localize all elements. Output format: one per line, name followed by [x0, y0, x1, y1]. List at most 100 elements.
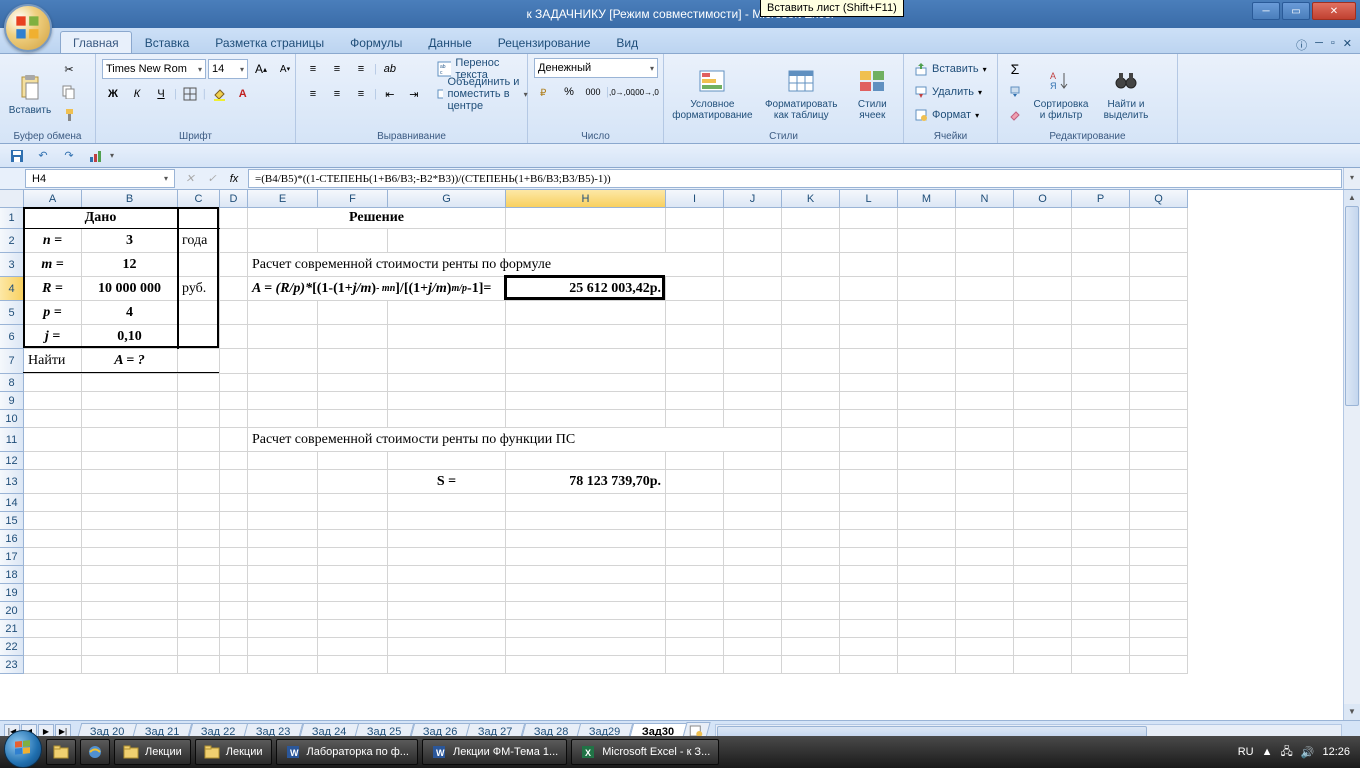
cell-O6[interactable] [1014, 325, 1072, 349]
bold-button[interactable]: Ж [102, 83, 124, 105]
cell-J8[interactable] [724, 374, 782, 392]
cell-Q8[interactable] [1130, 374, 1188, 392]
cell-K1[interactable] [782, 208, 840, 229]
cell-A22[interactable] [24, 638, 82, 656]
cell-E11[interactable]: Расчет современной стоимости ренты по фу… [248, 428, 782, 452]
cell-O11[interactable] [1014, 428, 1072, 452]
cell-J12[interactable] [724, 452, 782, 470]
cell-G12[interactable] [388, 452, 506, 470]
cell-P10[interactable] [1072, 410, 1130, 428]
cell-N6[interactable] [956, 325, 1014, 349]
cell-H16[interactable] [506, 530, 666, 548]
insert-cells-button[interactable]: Вставить▾ [910, 58, 991, 80]
cell-M6[interactable] [898, 325, 956, 349]
cell-A3[interactable]: m = [24, 253, 82, 277]
row-header-10[interactable]: 10 [0, 410, 24, 428]
cell-O20[interactable] [1014, 602, 1072, 620]
cell-D9[interactable] [220, 392, 248, 410]
cell-A4[interactable]: R = [24, 277, 82, 301]
cell-C17[interactable] [178, 548, 220, 566]
cell-M9[interactable] [898, 392, 956, 410]
cell-E15[interactable] [248, 512, 318, 530]
percent-button[interactable]: % [558, 81, 580, 103]
cell-E14[interactable] [248, 494, 318, 512]
cell-B13[interactable] [82, 470, 178, 494]
cell-D1[interactable] [220, 208, 248, 229]
cell-N3[interactable] [956, 253, 1014, 277]
row-header-2[interactable]: 2 [0, 229, 24, 253]
cell-P15[interactable] [1072, 512, 1130, 530]
cell-O17[interactable] [1014, 548, 1072, 566]
cell-E2[interactable] [248, 229, 318, 253]
cell-D6[interactable] [220, 325, 248, 349]
cell-G16[interactable] [388, 530, 506, 548]
cell-C15[interactable] [178, 512, 220, 530]
font-color-button[interactable]: A [232, 83, 254, 105]
cell-L23[interactable] [840, 656, 898, 674]
row-header-4[interactable]: 4 [0, 277, 24, 301]
cell-B4[interactable]: 10 000 000 [82, 277, 178, 301]
cell-I17[interactable] [666, 548, 724, 566]
align-right-button[interactable]: ≡ [350, 83, 372, 105]
undo-button[interactable]: ↶ [32, 145, 54, 167]
cell-C18[interactable] [178, 566, 220, 584]
cell-I13[interactable] [666, 470, 724, 494]
taskbar-item[interactable]: Лекции [114, 739, 191, 765]
cell-M16[interactable] [898, 530, 956, 548]
cell-E10[interactable] [248, 410, 318, 428]
fx-button[interactable]: fx [224, 170, 244, 188]
office-button[interactable] [4, 4, 52, 52]
cell-G10[interactable] [388, 410, 506, 428]
cell-D2[interactable] [220, 229, 248, 253]
cell-E22[interactable] [248, 638, 318, 656]
cell-A2[interactable]: n = [24, 229, 82, 253]
cell-H5[interactable] [506, 301, 666, 325]
cell-I19[interactable] [666, 584, 724, 602]
row-header-22[interactable]: 22 [0, 638, 24, 656]
cell-J2[interactable] [724, 229, 782, 253]
cell-E19[interactable] [248, 584, 318, 602]
col-header-M[interactable]: M [898, 190, 956, 208]
cell-D5[interactable] [220, 301, 248, 325]
cell-N14[interactable] [956, 494, 1014, 512]
cell-H22[interactable] [506, 638, 666, 656]
cell-J20[interactable] [724, 602, 782, 620]
cell-G21[interactable] [388, 620, 506, 638]
cell-D20[interactable] [220, 602, 248, 620]
cancel-formula-button[interactable]: ✕ [180, 170, 200, 188]
cell-N22[interactable] [956, 638, 1014, 656]
col-header-C[interactable]: C [178, 190, 220, 208]
format-cells-button[interactable]: Формат▾ [910, 104, 983, 126]
cell-G15[interactable] [388, 512, 506, 530]
cell-H13[interactable]: 78 123 739,70р. [506, 470, 666, 494]
cell-F21[interactable] [318, 620, 388, 638]
cell-M4[interactable] [898, 277, 956, 301]
cell-A7[interactable]: Найти [24, 349, 82, 374]
underline-button[interactable]: Ч [150, 83, 172, 105]
cell-Q12[interactable] [1130, 452, 1188, 470]
cell-K21[interactable] [782, 620, 840, 638]
align-top-button[interactable]: ≡ [302, 58, 324, 80]
col-header-G[interactable]: G [388, 190, 506, 208]
cell-N17[interactable] [956, 548, 1014, 566]
align-bottom-button[interactable]: ≡ [350, 58, 372, 80]
cell-Q13[interactable] [1130, 470, 1188, 494]
minimize-button[interactable]: ─ [1252, 2, 1280, 20]
cell-M7[interactable] [898, 349, 956, 374]
cell-L4[interactable] [840, 277, 898, 301]
cell-H12[interactable] [506, 452, 666, 470]
cell-C5[interactable] [178, 301, 220, 325]
cell-J7[interactable] [724, 349, 782, 374]
cell-Q22[interactable] [1130, 638, 1188, 656]
cell-K19[interactable] [782, 584, 840, 602]
autosum-button[interactable]: Σ [1004, 58, 1026, 80]
cell-G17[interactable] [388, 548, 506, 566]
cell-F5[interactable] [318, 301, 388, 325]
cell-K17[interactable] [782, 548, 840, 566]
col-header-A[interactable]: A [24, 190, 82, 208]
cell-L22[interactable] [840, 638, 898, 656]
cell-E18[interactable] [248, 566, 318, 584]
cell-K23[interactable] [782, 656, 840, 674]
cell-M1[interactable] [898, 208, 956, 229]
row-header-17[interactable]: 17 [0, 548, 24, 566]
